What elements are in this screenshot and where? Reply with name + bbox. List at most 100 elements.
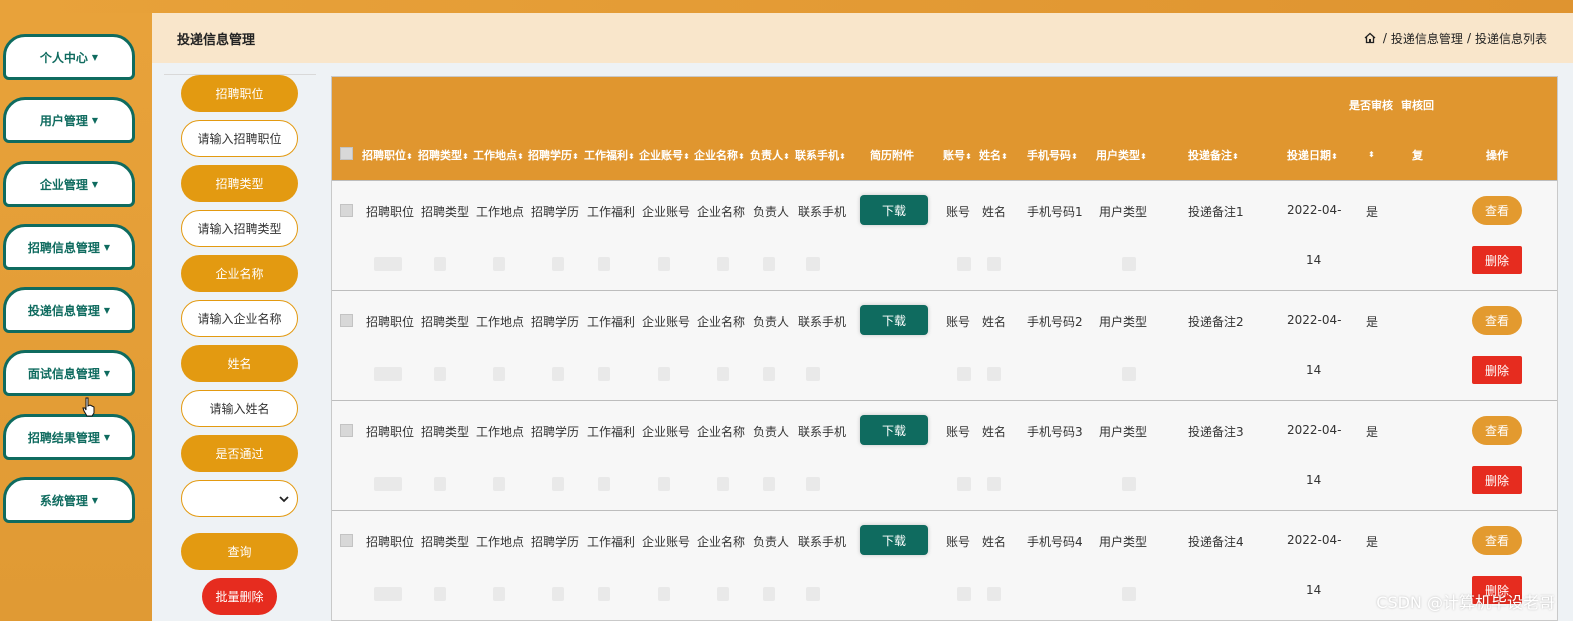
col-header[interactable]: 工作福利⬍ — [584, 147, 635, 163]
download-button[interactable]: 下载 — [860, 415, 928, 445]
col-header: 简历附件 — [870, 149, 914, 162]
row-checkbox[interactable] — [340, 424, 353, 437]
view-button[interactable]: 查看 — [1472, 196, 1522, 225]
sidebar-item-personal-center[interactable]: 个人中心 ▼ — [3, 34, 135, 80]
blurred-image — [598, 367, 610, 381]
col-label: 企业账号 — [639, 149, 683, 162]
table-cell: 负责人 — [753, 315, 790, 329]
row-checkbox[interactable] — [340, 204, 353, 217]
col-header[interactable]: 投递备注⬍ — [1188, 147, 1239, 163]
batch-delete-button[interactable]: 批量删除 — [202, 578, 277, 615]
data-table: 是否审核 审核回 招聘职位⬍ 招聘类型⬍ 工作地点⬍ 招聘学历⬍ 工作福利⬍ 企… — [331, 76, 1558, 621]
blurred-image — [493, 257, 505, 271]
table-cell-name: 姓名 — [982, 535, 1007, 549]
blurred-image — [1122, 367, 1136, 381]
sort-icon: ⬍ — [1071, 152, 1078, 161]
sidebar-item-recruit-result[interactable]: 招聘结果管理 ▼ — [3, 414, 135, 460]
sidebar-item-system-management[interactable]: 系统管理 ▼ — [3, 477, 135, 523]
download-button[interactable]: 下载 — [860, 305, 928, 335]
view-button[interactable]: 查看 — [1472, 526, 1522, 555]
sort-icon: ⬍ — [965, 152, 972, 161]
sidebar-item-company-management[interactable]: 企业管理 ▼ — [3, 161, 135, 207]
col-header: 复 — [1412, 149, 1423, 162]
breadcrumb-item[interactable]: 投递信息管理 — [1391, 30, 1463, 47]
caret-down-icon: ▼ — [91, 179, 99, 189]
col-header[interactable]: 负责人⬍ — [750, 147, 790, 163]
table-cell-account: 账号 — [946, 425, 971, 439]
col-header[interactable]: 招聘职位⬍ — [362, 147, 413, 163]
table-cell-audit: 是 — [1366, 205, 1379, 219]
sort-icon: ⬍ — [1331, 152, 1338, 161]
col-header[interactable]: 投递日期⬍ — [1287, 147, 1338, 163]
sidebar-item-interview-info[interactable]: 面试信息管理 ▼ — [3, 350, 135, 396]
sidebar-item-label: 面试信息管理 — [27, 366, 100, 381]
table-row: 招聘职位 招聘类型 工作地点 招聘学历 工作福利 企业账号 企业名称 负责人 联系手机 下载 账号姓… — [332, 180, 1557, 290]
home-icon[interactable] — [1364, 32, 1376, 44]
table-cell: 招聘类型 — [421, 535, 470, 549]
table-cell-account: 账号 — [946, 205, 971, 219]
col-header[interactable]: 联系手机⬍ — [795, 147, 846, 163]
blurred-image — [763, 367, 775, 381]
blurred-image — [658, 587, 670, 601]
col-label: 工作福利 — [584, 149, 628, 162]
blurred-image — [374, 587, 402, 601]
download-button[interactable]: 下载 — [860, 195, 928, 225]
recruit-position-input[interactable]: 请输入招聘职位 — [181, 120, 298, 157]
col-header[interactable]: 企业账号⬍ — [639, 147, 690, 163]
view-button[interactable]: 查看 — [1472, 416, 1522, 445]
sort-icon: ⬍ — [839, 152, 846, 161]
table-cell: 招聘类型 — [421, 315, 470, 329]
col-header[interactable]: 姓名⬍ — [979, 147, 1008, 163]
col-label: 负责人 — [750, 149, 783, 162]
table-cell-audit: 是 — [1366, 535, 1379, 549]
company-name-input[interactable]: 请输入企业名称 — [181, 300, 298, 337]
table-cell: 企业名称 — [697, 205, 746, 219]
col-header[interactable]: 用户类型⬍ — [1096, 147, 1147, 163]
blurred-image — [1122, 477, 1136, 491]
table-cell: 招聘类型 — [421, 425, 470, 439]
col-header[interactable]: 招聘学历⬍ — [528, 147, 579, 163]
sort-icon: ⬍ — [738, 152, 745, 161]
header-audit: 是否审核 — [1349, 99, 1393, 112]
sort-icon: ⬍ — [628, 152, 635, 161]
table-cell: 招聘学历 — [531, 425, 580, 439]
download-button[interactable]: 下载 — [860, 525, 928, 555]
col-header[interactable]: 招聘类型⬍ — [418, 147, 469, 163]
row-checkbox[interactable] — [340, 534, 353, 547]
sidebar-item-delivery-info[interactable]: 投递信息管理 ▼ — [3, 287, 135, 333]
col-header[interactable]: 工作地点⬍ — [473, 147, 524, 163]
query-button[interactable]: 查询 — [181, 533, 298, 570]
col-header[interactable]: 账号⬍ — [943, 147, 972, 163]
table-cell: 工作福利 — [587, 425, 636, 439]
col-header[interactable]: 手机号码⬍ — [1027, 147, 1078, 163]
blurred-image — [374, 477, 402, 491]
col-label: 手机号码 — [1027, 149, 1071, 162]
sort-icon: ⬍ — [1140, 152, 1147, 161]
name-input[interactable]: 请输入姓名 — [181, 390, 298, 427]
row-checkbox[interactable] — [340, 314, 353, 327]
delete-button[interactable]: 删除 — [1472, 246, 1522, 274]
table-cell: 招聘学历 — [531, 205, 580, 219]
view-button[interactable]: 查看 — [1472, 306, 1522, 335]
delete-button[interactable]: 删除 — [1472, 466, 1522, 494]
blurred-image — [658, 477, 670, 491]
blurred-image — [434, 257, 446, 271]
sidebar-item-label: 招聘结果管理 — [27, 430, 100, 445]
sidebar-item-label: 个人中心 — [39, 50, 88, 65]
select-all-checkbox[interactable] — [340, 147, 353, 160]
col-header[interactable]: 企业名称⬍ — [694, 147, 745, 163]
blurred-image — [1122, 257, 1136, 271]
col-label: 工作地点 — [473, 149, 517, 162]
caret-down-icon: ▼ — [103, 242, 111, 252]
table-cell: 招聘类型 — [421, 205, 470, 219]
blurred-image — [658, 367, 670, 381]
sidebar-item-recruit-info[interactable]: 招聘信息管理 ▼ — [3, 224, 135, 270]
table-cell: 企业账号 — [642, 425, 691, 439]
delete-button[interactable]: 删除 — [1472, 356, 1522, 384]
passed-select[interactable] — [181, 480, 298, 517]
table-cell-date: 2022-04- — [1287, 423, 1342, 437]
col-header[interactable]: ⬍ — [1368, 147, 1375, 160]
recruit-type-input[interactable]: 请输入招聘类型 — [181, 210, 298, 247]
label-name: 姓名 — [181, 345, 298, 382]
sidebar-item-user-management[interactable]: 用户管理 ▼ — [3, 97, 135, 143]
